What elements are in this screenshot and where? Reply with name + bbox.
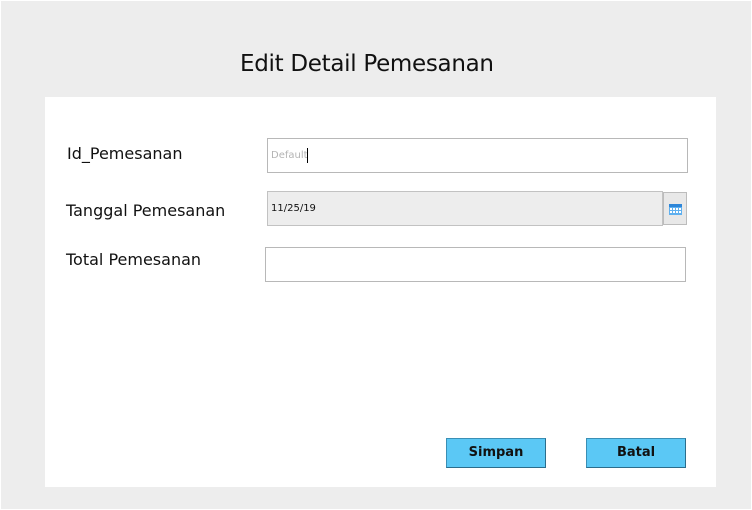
save-button[interactable]: Simpan bbox=[446, 438, 546, 468]
form-panel: Id_Pemesanan Default Tanggal Pemesanan 1… bbox=[45, 97, 716, 487]
id-pemesanan-placeholder: Default bbox=[271, 150, 308, 161]
tanggal-pemesanan-value: 11/25/19 bbox=[271, 203, 316, 214]
page-title: Edit Detail Pemesanan bbox=[240, 51, 494, 77]
text-cursor bbox=[307, 148, 308, 163]
total-pemesanan-label: Total Pemesanan bbox=[66, 250, 202, 269]
id-pemesanan-field[interactable]: Default bbox=[267, 138, 688, 173]
id-pemesanan-label: Id_Pemesanan bbox=[67, 144, 183, 163]
cancel-button[interactable]: Batal bbox=[586, 438, 686, 468]
edit-detail-pemesanan-window: Edit Detail Pemesanan Id_Pemesanan Defau… bbox=[1, 1, 751, 509]
date-picker-button[interactable] bbox=[663, 192, 687, 225]
tanggal-pemesanan-label: Tanggal Pemesanan bbox=[66, 201, 226, 220]
calendar-icon bbox=[669, 204, 682, 215]
total-pemesanan-field[interactable] bbox=[265, 247, 686, 282]
tanggal-pemesanan-field[interactable]: 11/25/19 bbox=[267, 191, 663, 226]
